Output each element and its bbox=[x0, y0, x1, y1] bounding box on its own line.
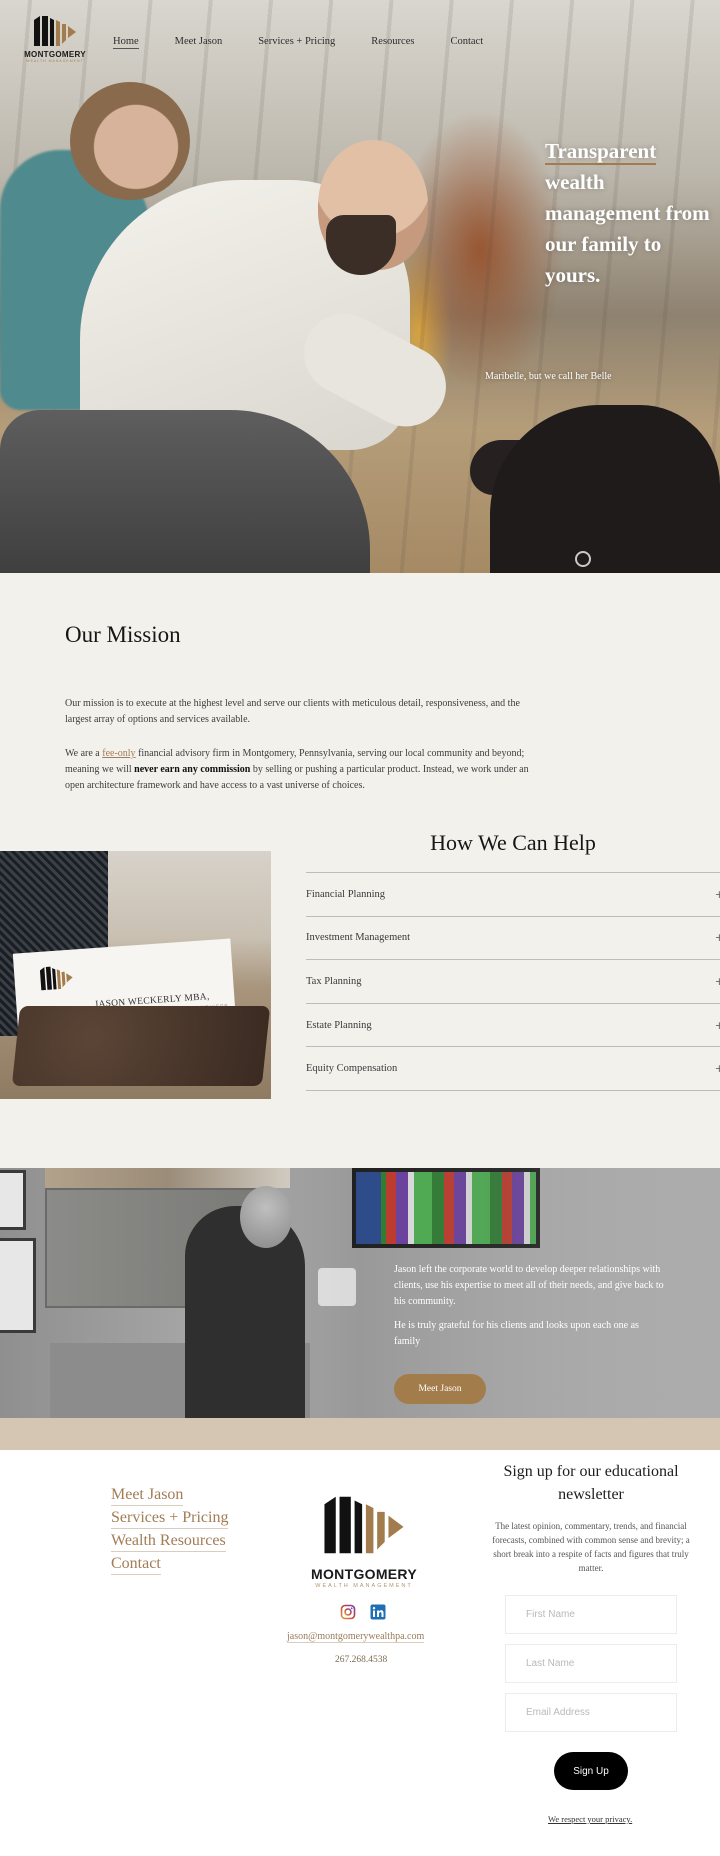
first-name-field[interactable] bbox=[505, 1595, 677, 1634]
footer-nav: Meet Jason Services + Pricing Wealth Res… bbox=[111, 1485, 229, 1577]
accordion-item-tax-planning[interactable]: Tax Planning + bbox=[306, 960, 720, 1004]
accordion-label: Financial Planning bbox=[306, 888, 386, 900]
mission-paragraph-2: We are a fee-only financial advisory fir… bbox=[65, 746, 535, 794]
linkedin-icon[interactable] bbox=[370, 1604, 386, 1620]
newsletter-section: Sign up for our educational newsletter T… bbox=[486, 1460, 696, 1575]
photo-card-holder bbox=[11, 1006, 271, 1086]
plus-icon[interactable]: + bbox=[715, 888, 720, 901]
logo-wordmark: MONTGOMERY bbox=[24, 50, 86, 59]
footer-logo-tagline: WEALTH MANAGEMENT bbox=[315, 1583, 413, 1589]
hero-title: Transparent wealth management from our f… bbox=[545, 136, 715, 291]
nav-resources[interactable]: Resources bbox=[371, 36, 414, 49]
fee-only-link[interactable]: fee-only bbox=[102, 748, 135, 759]
about-jason-text: Jason left the corporate world to develo… bbox=[394, 1262, 664, 1358]
plus-icon[interactable]: + bbox=[715, 975, 720, 988]
newsletter-description: The latest opinion, commentary, trends, … bbox=[492, 1521, 690, 1573]
footer-link-services-pricing[interactable]: Services + Pricing bbox=[111, 1508, 229, 1529]
privacy-link[interactable]: We respect your privacy. bbox=[548, 1814, 632, 1824]
accordion-item-equity-compensation[interactable]: Equity Compensation + bbox=[306, 1047, 720, 1091]
footer-link-contact[interactable]: Contact bbox=[111, 1554, 161, 1575]
mission-p2-before: We are a bbox=[65, 748, 103, 759]
nav-services-pricing[interactable]: Services + Pricing bbox=[258, 36, 335, 49]
hero-title-highlight: Transparent bbox=[545, 139, 657, 165]
divider-band bbox=[0, 1418, 720, 1450]
newsletter-heading: Sign up for our educational newsletter bbox=[503, 1463, 679, 1503]
hero-photo-girl-head bbox=[70, 82, 190, 200]
plus-icon[interactable]: + bbox=[715, 931, 720, 944]
plus-icon[interactable]: + bbox=[715, 1019, 720, 1032]
mission-heading: Our Mission bbox=[65, 622, 181, 647]
accordion-label: Investment Management bbox=[306, 932, 411, 944]
business-card-photo: JASON WECKERLY MBA, CFP® OWNER/ADVISOR bbox=[0, 851, 271, 1099]
accordion-label: Tax Planning bbox=[306, 975, 362, 987]
footer-link-wealth-resources[interactable]: Wealth Resources bbox=[111, 1531, 226, 1552]
nav-meet-jason[interactable]: Meet Jason bbox=[175, 36, 223, 49]
accordion-label: Equity Compensation bbox=[306, 1063, 398, 1075]
footer-phone: 267.268.4538 bbox=[335, 1655, 388, 1665]
site-header: MONTGOMERY WEALTH MANAGEMENT Home Meet J… bbox=[0, 0, 720, 88]
instagram-icon[interactable] bbox=[340, 1604, 356, 1620]
accordion-item-estate-planning[interactable]: Estate Planning + bbox=[306, 1004, 720, 1048]
footer-email-link[interactable]: jason@montgomerywealthpa.com bbox=[287, 1631, 425, 1643]
last-name-field[interactable] bbox=[505, 1644, 677, 1683]
dog-collar-ring bbox=[575, 551, 591, 567]
hero-photo-caption: Maribelle, but we call her Belle bbox=[485, 371, 612, 382]
mission-section: Our Mission Our mission is to execute at… bbox=[65, 622, 535, 812]
mwm-monogram-icon bbox=[34, 16, 76, 46]
hero-title-rest: wealth management from our family to you… bbox=[545, 170, 710, 287]
mission-p2-bold: never earn any commission bbox=[134, 764, 251, 775]
nav-home[interactable]: Home bbox=[113, 36, 139, 49]
footer-link-meet-jason[interactable]: Meet Jason bbox=[111, 1485, 184, 1506]
sign-up-button[interactable]: Sign Up bbox=[554, 1752, 628, 1790]
about-paragraph-2: He is truly grateful for his clients and… bbox=[394, 1320, 639, 1347]
meet-jason-button[interactable]: Meet Jason bbox=[394, 1374, 486, 1404]
help-heading: How We Can Help bbox=[430, 830, 596, 855]
card-logo-icon bbox=[39, 966, 73, 991]
about-paragraph-1: Jason left the corporate world to develo… bbox=[394, 1264, 664, 1307]
main-nav: Home Meet Jason Services + Pricing Resou… bbox=[113, 36, 519, 49]
accordion-item-investment-management[interactable]: Investment Management + bbox=[306, 917, 720, 961]
mwm-monogram-icon bbox=[324, 1496, 404, 1554]
services-accordion: Financial Planning + Investment Manageme… bbox=[306, 872, 720, 1091]
accordion-label: Estate Planning bbox=[306, 1019, 372, 1031]
social-links bbox=[340, 1604, 386, 1620]
site-footer: Meet Jason Services + Pricing Wealth Res… bbox=[0, 1450, 720, 1856]
footer-logo[interactable]: MONTGOMERY WEALTH MANAGEMENT bbox=[304, 1493, 424, 1589]
accordion-item-financial-planning[interactable]: Financial Planning + bbox=[306, 873, 720, 917]
footer-logo-wordmark: MONTGOMERY bbox=[311, 1566, 417, 1582]
logo-tagline: WEALTH MANAGEMENT bbox=[26, 59, 84, 63]
hero-section: MONTGOMERY WEALTH MANAGEMENT Home Meet J… bbox=[0, 0, 720, 573]
site-logo[interactable]: MONTGOMERY WEALTH MANAGEMENT bbox=[22, 14, 88, 72]
nav-contact[interactable]: Contact bbox=[450, 36, 483, 49]
email-field[interactable] bbox=[505, 1693, 677, 1732]
plus-icon[interactable]: + bbox=[715, 1062, 720, 1075]
mission-paragraph-1: Our mission is to execute at the highest… bbox=[65, 698, 520, 725]
